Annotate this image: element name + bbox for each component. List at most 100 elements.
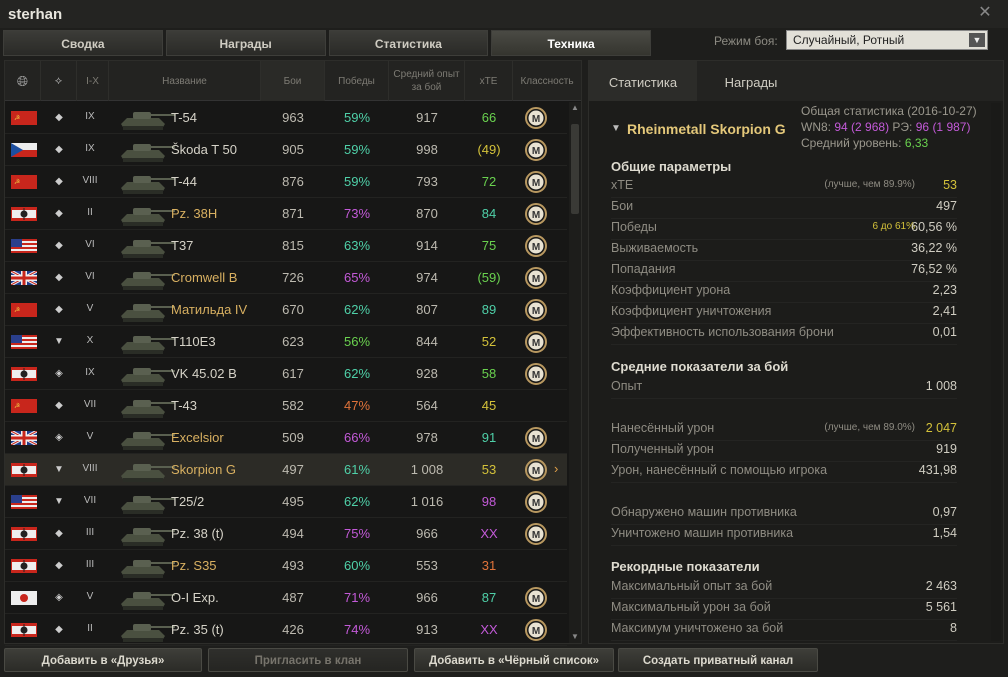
- tab-vehicles[interactable]: Техника: [491, 30, 651, 56]
- xte-cell: 53: [481, 462, 497, 477]
- xte-column-header[interactable]: xTE: [465, 61, 513, 101]
- table-row[interactable]: ◈ V O-I Exp. 487 71% 966 87 M: [5, 582, 567, 614]
- tier-column-header[interactable]: I-X: [77, 61, 109, 101]
- table-row[interactable]: ◈ V Excelsior 509 66% 978 91 M: [5, 422, 567, 454]
- scrollbar-thumb[interactable]: [571, 124, 579, 214]
- mastery-badge-icon: M: [524, 202, 548, 226]
- table-scrollbar[interactable]: ▲ ▼: [569, 102, 581, 643]
- vehicle-class-icon: ◆: [55, 240, 63, 251]
- add-to-blacklist-button[interactable]: Добавить в «Чёрный список»: [414, 648, 614, 672]
- wins-column-header[interactable]: Победы: [325, 61, 389, 101]
- nation-flag-icon: ☭: [11, 111, 37, 125]
- tank-icon: [115, 360, 179, 388]
- tab-vehicle-statistics[interactable]: Статистика: [589, 61, 697, 101]
- table-row[interactable]: ◆ VI T37 815 63% 914 75 M: [5, 230, 567, 262]
- stat-value: 53: [943, 178, 957, 192]
- stat-label: Бои: [611, 199, 634, 213]
- tier-cell: II: [87, 623, 93, 634]
- invite-to-clan-button[interactable]: Пригласить в клан: [208, 648, 408, 672]
- tab-vehicle-awards[interactable]: Награды: [697, 61, 805, 101]
- mastery-column-header[interactable]: Классность: [513, 61, 581, 101]
- nation-flag-icon: [11, 367, 37, 381]
- vehicle-name: T-43: [171, 398, 198, 413]
- tab-statistics[interactable]: Статистика: [328, 30, 489, 56]
- tab-awards[interactable]: Награды: [165, 30, 326, 56]
- globe-icon: 🌐︎: [16, 72, 29, 89]
- close-icon[interactable]: ✕: [976, 4, 994, 22]
- name-column-header[interactable]: Название: [109, 61, 261, 101]
- wins-cell: 62%: [343, 494, 371, 509]
- stat-value: 2 463: [925, 579, 957, 593]
- tier-cell: VII: [83, 399, 97, 410]
- vehicle-name: Pz. S35: [171, 558, 217, 573]
- wins-cell: 59%: [343, 142, 371, 157]
- vehicle-class-icon: ◆: [55, 272, 63, 283]
- svg-text:M: M: [532, 114, 540, 125]
- tier-cell: IX: [85, 367, 95, 378]
- tab-summary[interactable]: Сводка: [3, 30, 163, 56]
- battles-cell: 726: [282, 270, 304, 285]
- avg-level-label: Средний уровень:: [801, 136, 902, 150]
- vehicle-name: Skorpion G: [171, 462, 237, 477]
- stat-row: Попадания 76,52 %: [611, 262, 957, 282]
- stat-label: Нанесённый урон: [611, 421, 715, 435]
- table-row[interactable]: ☭ ◆ VII T-43 582 47% 564 45: [5, 390, 567, 422]
- stat-value: 497: [936, 199, 957, 213]
- scroll-down-icon[interactable]: ▼: [570, 632, 580, 642]
- nation-flag-icon: [11, 495, 37, 509]
- vehicle-name: O-I Exp.: [171, 590, 219, 605]
- table-row[interactable]: ▼ VII T25/2 495 62% 1 016 98 M: [5, 486, 567, 518]
- vehicle-class-icon: ◆: [55, 528, 63, 539]
- tank-icon: [115, 200, 179, 228]
- battles-cell: 509: [282, 430, 304, 445]
- battles-cell: 582: [282, 398, 304, 413]
- tier-cell: V: [86, 591, 94, 602]
- table-row[interactable]: ☭ ◆ V Матильда IV 670 62% 807 89 M: [5, 294, 567, 326]
- avg-exp-column-header[interactable]: Средний опыт за бой: [389, 61, 465, 101]
- table-row[interactable]: ◆ III Pz. S35 493 60% 553 31: [5, 550, 567, 582]
- table-row[interactable]: ◆ VI Cromwell B 726 65% 974 (59) M: [5, 262, 567, 294]
- tank-icon: [115, 136, 179, 164]
- svg-text:☭: ☭: [14, 306, 20, 314]
- nation-flag-icon: [10, 269, 38, 287]
- tier-cell: V: [86, 431, 94, 442]
- table-row[interactable]: ◆ II Pz. 35 (t) 426 74% 913 XX M: [5, 614, 567, 646]
- table-row[interactable]: ☭ ◆ VIII T-44 876 59% 793 72 M: [5, 166, 567, 198]
- table-row[interactable]: ▼ VIII Skorpion G 497 61% 1 008 53 M ›: [5, 454, 567, 486]
- battles-column-header[interactable]: Бои: [261, 61, 325, 101]
- stat-row: Эффективность использования брони 0,01: [611, 325, 957, 345]
- xte-cell: (49): [477, 142, 501, 157]
- create-private-channel-button[interactable]: Создать приватный канал: [618, 648, 818, 672]
- avg-exp-cell: 793: [416, 174, 438, 189]
- vehicle-table: 🌐︎ ⟡ I-X Название Бои Победы Средний опы…: [4, 60, 582, 646]
- table-row[interactable]: ◆ III Pz. 38 (t) 494 75% 966 XX M: [5, 518, 567, 550]
- table-row[interactable]: ▼ X T110E3 623 56% 844 52 M: [5, 326, 567, 358]
- tier-cell: VI: [85, 239, 95, 250]
- table-row[interactable]: ◆ II Pz. 38H 871 73% 870 84 M: [5, 198, 567, 230]
- mastery-badge-icon: M: [524, 170, 548, 194]
- stat-row: Уничтожено машин противника 1,54: [611, 526, 957, 546]
- wins-cell: 60%: [343, 558, 371, 573]
- class-column-header[interactable]: ⟡: [41, 61, 77, 101]
- avg-level-line: Средний уровень: 6,33: [801, 135, 977, 151]
- scroll-up-icon[interactable]: ▲: [570, 103, 580, 113]
- stat-label: Коэффициент урона: [611, 283, 731, 297]
- add-friend-button[interactable]: Добавить в «Друзья»: [4, 648, 202, 672]
- table-row[interactable]: ◆ IX Škoda T 50 905 59% 998 (49) M: [5, 134, 567, 166]
- stat-row: Полученный урон 919: [611, 442, 957, 462]
- vehicle-class-icon: ◆: [55, 208, 63, 219]
- table-row[interactable]: ☭ ◆ IX T-54 963 59% 917 66 M: [5, 102, 567, 134]
- stat-row: Нанесённый урон (лучше, чем 89.0%) 2 047: [611, 421, 957, 441]
- table-row[interactable]: ◈ IX VK 45.02 B 617 62% 928 58 M: [5, 358, 567, 390]
- title-bar[interactable]: sterhan ✕: [0, 0, 1008, 28]
- vehicle-name: Pz. 38 (t): [171, 526, 224, 541]
- chevron-down-icon[interactable]: ▼: [969, 33, 985, 47]
- collapse-triangle-icon[interactable]: ▼: [611, 123, 621, 134]
- stat-value: 431,98: [918, 463, 957, 477]
- vehicle-class-icon: ▼: [54, 464, 64, 475]
- stats-scrollbar[interactable]: [991, 103, 1001, 641]
- battle-mode-select[interactable]: Случайный, Ротный ▼: [786, 30, 988, 50]
- mastery-badge-icon: M: [524, 490, 548, 514]
- nation-column-header[interactable]: 🌐︎: [5, 61, 41, 101]
- svg-text:M: M: [532, 338, 540, 349]
